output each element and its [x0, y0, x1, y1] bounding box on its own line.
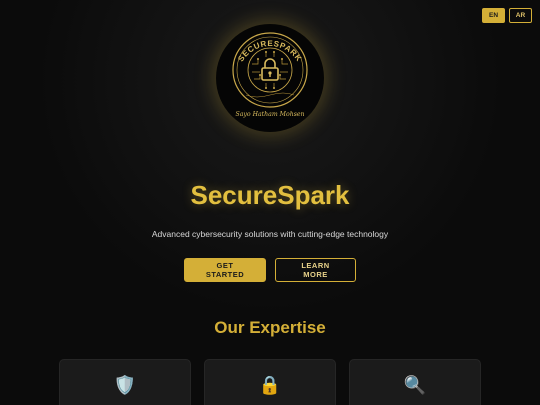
- expertise-card-lock[interactable]: 🔒: [204, 359, 336, 405]
- hero-title: SecureSpark: [190, 180, 350, 210]
- language-switcher: EN AR: [482, 8, 532, 23]
- language-ar-button[interactable]: AR: [509, 8, 532, 23]
- lock-icon: 🔒: [258, 375, 282, 395]
- get-started-button[interactable]: GET STARTED: [184, 258, 266, 282]
- logo-signature: Sayo Hatham Mohsen: [235, 111, 304, 118]
- logo-emblem-icon: SECURESPARK Sayo Hatham Mohsen: [232, 32, 308, 118]
- learn-more-button[interactable]: LEARN MORE: [275, 258, 356, 282]
- hero-subtitle: Advanced cybersecurity solutions with cu…: [151, 229, 389, 239]
- hero-cta-row: GET STARTED LEARN MORE: [0, 258, 540, 282]
- expertise-card-shield[interactable]: 🛡️: [59, 359, 191, 405]
- magnifier-icon: 🔍: [403, 375, 427, 395]
- expertise-cards: 🛡️ 🔒 🔍: [59, 359, 481, 405]
- expertise-card-search[interactable]: 🔍: [349, 359, 481, 405]
- language-en-button[interactable]: EN: [482, 8, 505, 23]
- brand-logo: SECURESPARK Sayo Hatham Mohsen: [216, 24, 324, 132]
- expertise-section-title: Our Expertise: [214, 318, 326, 337]
- shield-icon: 🛡️: [113, 375, 137, 395]
